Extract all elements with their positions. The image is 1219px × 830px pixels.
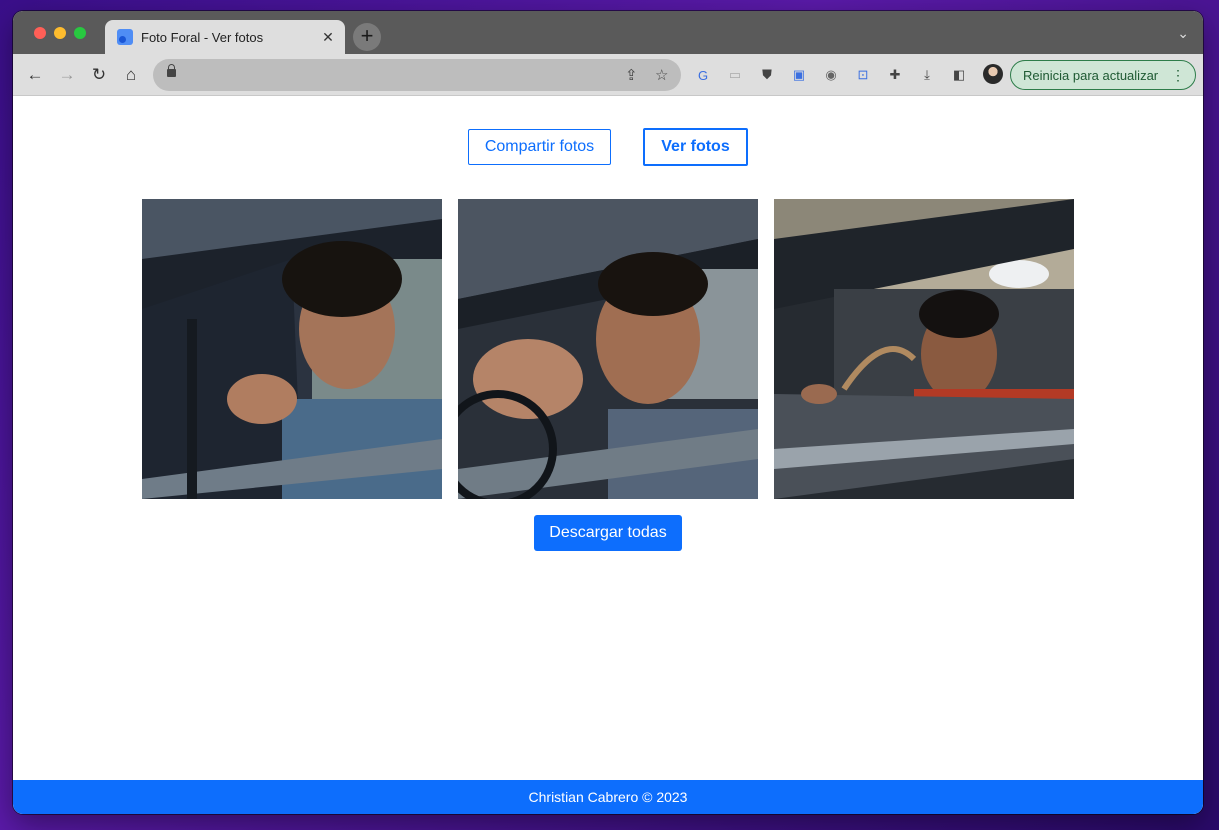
download-icon[interactable]: ⤓	[918, 66, 936, 84]
gallery-photo[interactable]	[774, 199, 1074, 499]
maximize-window-button[interactable]	[74, 27, 86, 39]
update-label: Reinicia para actualizar	[1023, 67, 1159, 83]
page-content: Compartir fotos Ver fotos Descargar toda…	[13, 97, 1203, 814]
forward-icon[interactable]: →	[55, 63, 79, 87]
back-icon[interactable]: ←	[23, 63, 47, 87]
tab-close-icon[interactable]: ✕	[317, 29, 339, 46]
reload-icon[interactable]: ↻	[87, 63, 111, 87]
tab-active[interactable]: Foto Foral - Ver fotos ✕	[105, 20, 345, 54]
bookmark-star-icon[interactable]: ☆	[655, 66, 668, 84]
home-icon[interactable]: ⌂	[119, 63, 143, 87]
new-tab-button[interactable]: +	[353, 23, 381, 51]
update-button[interactable]: Reinicia para actualizar ⋮	[1010, 60, 1196, 90]
address-bar[interactable]: ⇪ ☆	[153, 59, 681, 91]
menu-dots-icon[interactable]: ⋮	[1171, 67, 1185, 84]
gallery-photo[interactable]	[458, 199, 758, 499]
tab-title: Foto Foral - Ver fotos	[141, 29, 264, 45]
share-photos-button[interactable]: Compartir fotos	[468, 129, 611, 165]
view-photos-button[interactable]: Ver fotos	[643, 128, 748, 166]
download-all-button[interactable]: Descargar todas	[534, 515, 682, 551]
gallery-photo[interactable]	[142, 199, 442, 499]
tab-strip: Foto Foral - Ver fotos ✕ + ⌄	[13, 11, 1203, 54]
page-footer: Christian Cabrero © 2023	[13, 780, 1203, 814]
minimize-window-button[interactable]	[54, 27, 66, 39]
puzzle-extensions-icon[interactable]: ✚	[886, 66, 904, 84]
footer-copyright: Christian Cabrero © 2023	[528, 789, 688, 805]
translate-extension-icon[interactable]: G	[694, 66, 712, 84]
lock-icon	[167, 64, 176, 77]
browser-window: Foto Foral - Ver fotos ✕ + ⌄ ← → ↻ ⌂ ⇪ ☆…	[13, 11, 1203, 814]
favicon-icon	[117, 29, 133, 45]
ublock-icon[interactable]: ⛊	[758, 66, 776, 84]
side-panel-icon[interactable]: ◧	[950, 66, 968, 84]
close-window-button[interactable]	[34, 27, 46, 39]
screen-capture-icon[interactable]: ⊡	[854, 66, 872, 84]
profile-avatar[interactable]	[983, 64, 1003, 84]
browser-toolbar: ← → ↻ ⌂ ⇪ ☆ G ▭ ⛊ ▣ ◉ ⊡ ✚ ⤓ ◧ Reinicia p…	[13, 54, 1203, 96]
extension-icon[interactable]: ▭	[726, 66, 744, 84]
share-icon[interactable]: ⇪	[625, 66, 638, 84]
camera-icon[interactable]: ◉	[822, 66, 840, 84]
tab-search-chevron-icon[interactable]: ⌄	[1177, 25, 1189, 42]
calendar-extension-icon[interactable]: ▣	[790, 66, 808, 84]
